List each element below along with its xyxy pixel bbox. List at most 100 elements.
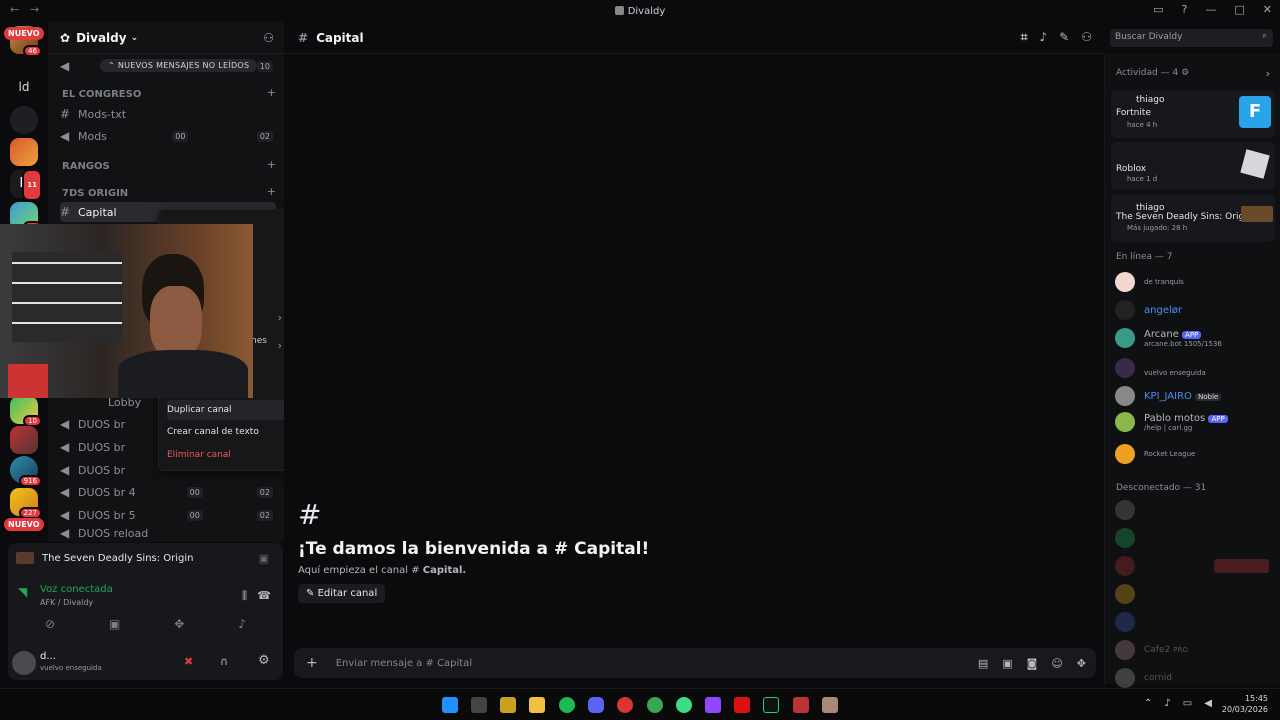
avatar[interactable] — [12, 651, 36, 675]
member-row[interactable]: angelør — [1115, 298, 1182, 322]
activity-card[interactable]: Roblox hace 1 d — [1111, 142, 1275, 190]
member-row[interactable]: Arcane APP arcane.bot 1505/1536 — [1115, 326, 1222, 350]
member-row[interactable]: Cafe2 PRO — [1115, 638, 1188, 662]
emoji-icon[interactable]: ☺ — [1051, 657, 1062, 670]
bell-icon[interactable]: ♪ — [1040, 30, 1048, 45]
activities-icon[interactable]: ✥ — [174, 617, 184, 631]
member-row[interactable] — [1115, 582, 1144, 606]
member-row[interactable]: de tranquis — [1115, 270, 1184, 294]
category-congreso[interactable]: EL CONGRESO — [62, 89, 141, 100]
noise-suppression-icon[interactable]: ⫼ — [242, 589, 247, 603]
invite-icon[interactable]: ⚇ — [263, 31, 274, 45]
apps-icon[interactable]: ✥ — [1077, 657, 1086, 670]
add-channel-icon[interactable]: + — [267, 185, 276, 198]
edit-channel-button[interactable]: ✎ Editar canal — [298, 584, 386, 603]
user-name[interactable]: d... — [40, 651, 56, 662]
chevron-up-icon[interactable]: ⌃ — [1144, 698, 1152, 709]
member-row[interactable] — [1115, 610, 1144, 634]
clock[interactable]: 15:45 20/03/2026 — [1222, 693, 1268, 715]
member-list-icon[interactable]: ⚇ — [1081, 30, 1092, 45]
create-text-channel-item[interactable]: Crear canal de texto — [167, 422, 288, 442]
member-row[interactable]: vuelvo enseguida — [1115, 356, 1206, 380]
gift-icon[interactable]: ▤ — [978, 657, 988, 670]
taskbar-app-icon[interactable] — [471, 697, 487, 713]
member-row[interactable]: cornid — [1115, 666, 1172, 690]
volume-icon[interactable]: ◀ — [1204, 698, 1212, 709]
search-input[interactable]: Buscar Divaldy ⌕ — [1110, 29, 1273, 47]
server-icon[interactable]: 227 — [10, 488, 42, 519]
category-origin[interactable]: 7DS ORIGIN — [62, 188, 128, 199]
headphones-icon[interactable]: ∩ — [220, 655, 228, 668]
server-icon[interactable] — [10, 138, 38, 166]
minimize-icon[interactable]: — — [1205, 3, 1216, 16]
delete-channel-item[interactable]: Eliminar canal — [167, 445, 288, 465]
activity-card-icon[interactable]: ▣ — [259, 552, 269, 565]
attach-plus-icon[interactable]: + — [306, 655, 318, 671]
voice-status[interactable]: Voz conectada — [40, 584, 113, 595]
activity-card[interactable]: thiago Fortnite hace 4 h F — [1111, 90, 1275, 138]
channel-duos-5[interactable]: ◀ DUOS br 5 00 02 — [60, 505, 276, 525]
gif-icon[interactable]: ▣ — [1002, 657, 1012, 670]
unread-messages-pill[interactable]: ⌃ NUEVOS MENSAJES NO LEÍDOS — [100, 59, 258, 72]
speaker-icon: ◀ — [60, 508, 70, 522]
mic-icon[interactable]: ♪ — [1164, 698, 1170, 709]
duplicate-channel-item[interactable]: Duplicar canal — [167, 400, 288, 420]
member-row[interactable]: Rocket League — [1115, 442, 1195, 466]
disconnect-icon[interactable]: ☎ — [257, 589, 271, 602]
maximize-icon[interactable]: □ — [1234, 3, 1244, 16]
pro-tag: PRO — [1173, 646, 1188, 654]
chevron-right-icon[interactable]: › — [1266, 67, 1270, 80]
add-channel-icon[interactable]: + — [267, 158, 276, 171]
settings-gear-icon[interactable]: ⚙ — [258, 653, 270, 668]
threads-icon[interactable]: ⌗ — [1021, 30, 1028, 45]
channel-mods-txt[interactable]: # Mods-txt — [60, 104, 276, 124]
category-label: EL CONGRESO — [62, 89, 142, 100]
chrome-icon[interactable] — [647, 697, 663, 713]
server-icon[interactable]: 10 — [10, 396, 42, 427]
server-icon[interactable] — [10, 106, 38, 134]
server-icon[interactable] — [10, 426, 38, 454]
channel-mods-voice[interactable]: ◀ Mods 00 02 — [60, 126, 276, 146]
taskbar-app-icon[interactable] — [705, 697, 721, 713]
member-row[interactable] — [1115, 498, 1144, 522]
taskbar-app-icon[interactable] — [793, 697, 809, 713]
channel-duos-4[interactable]: ◀ DUOS br 4 00 02 — [60, 482, 276, 502]
help-icon[interactable]: ? — [1182, 3, 1188, 16]
server-icon[interactable]: 916 — [10, 456, 42, 487]
member-row[interactable]: KPI_JAIRO Noble — [1115, 384, 1222, 408]
inbox-icon[interactable]: ▭ — [1153, 3, 1163, 16]
file-explorer-icon[interactable] — [529, 697, 545, 713]
message-composer[interactable]: + Enviar mensaje a # Capital ▤ ▣ ◙ ☺ ✥ — [294, 648, 1096, 678]
network-icon[interactable]: ▭ — [1183, 698, 1192, 709]
member-row[interactable]: Pablo motos APP/help | carl.gg — [1115, 410, 1228, 434]
activity-status[interactable]: The Seven Deadly Sins: Origin — [16, 552, 194, 564]
taskbar-app-icon[interactable] — [763, 697, 779, 713]
spotify-icon[interactable] — [559, 697, 575, 713]
pin-icon[interactable]: ✎ — [1059, 30, 1069, 45]
camera-off-icon[interactable]: ⊘ — [45, 617, 55, 631]
server-icon[interactable]: E11 — [10, 169, 42, 201]
category-rangos[interactable]: RANGOS — [62, 161, 110, 172]
taskbar-app-icon[interactable] — [617, 697, 633, 713]
member-name: cornid — [1144, 673, 1172, 683]
discord-icon[interactable] — [588, 697, 604, 713]
taskbar-app-icon[interactable] — [676, 697, 692, 713]
windows-start-icon[interactable] — [442, 697, 458, 713]
voice-location[interactable]: AFK / Divaldy — [40, 598, 93, 607]
channel-duos-reload[interactable]: ◀ DUOS reload — [60, 527, 276, 539]
member-row[interactable] — [1115, 554, 1269, 578]
member-row[interactable] — [1115, 526, 1144, 550]
mute-mic-icon[interactable]: ✖ — [184, 655, 193, 668]
taskbar-app-icon[interactable] — [500, 697, 516, 713]
activity-card[interactable]: thiago The Seven Deadly Sins: Origi... M… — [1111, 194, 1275, 242]
taskbar-app-icon[interactable] — [822, 697, 838, 713]
soundboard-icon[interactable]: ♪ — [238, 617, 246, 631]
server-header[interactable]: ✿ Divaldy ⌄ ⚇ — [48, 22, 284, 54]
taskbar-app-icon[interactable] — [734, 697, 750, 713]
composer-actions: ▤ ▣ ◙ ☺ ✥ — [978, 657, 1086, 670]
sticker-icon[interactable]: ◙ — [1027, 657, 1038, 670]
screen-share-icon[interactable]: ▣ — [109, 617, 120, 631]
close-icon[interactable]: ✕ — [1263, 3, 1272, 16]
server-initials[interactable]: ld — [0, 80, 48, 94]
add-channel-icon[interactable]: + — [267, 86, 276, 99]
